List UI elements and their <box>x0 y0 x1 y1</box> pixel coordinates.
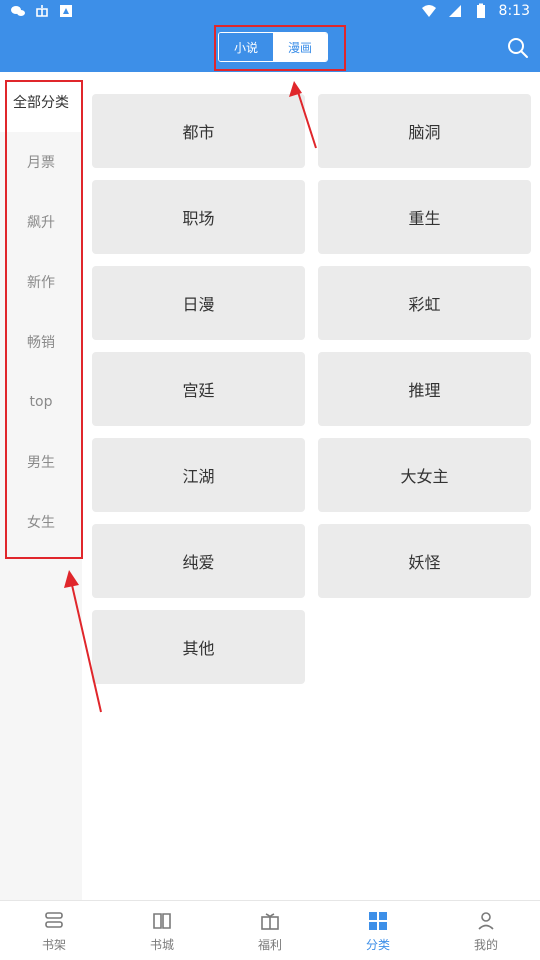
status-time: 8:13 <box>498 3 530 19</box>
category-tile[interactable]: 宫廷 <box>92 352 305 426</box>
annotation-box-sidebar <box>5 80 83 559</box>
category-tile[interactable]: 日漫 <box>92 266 305 340</box>
nav-mine[interactable]: 我的 <box>432 901 540 960</box>
nav-label: 分类 <box>365 937 390 952</box>
wifi-icon <box>421 5 436 17</box>
bookshelf-icon <box>45 911 63 928</box>
nav-label: 福利 <box>257 937 282 952</box>
category-tile[interactable]: 其他 <box>92 610 305 684</box>
nav-label: 书架 <box>41 937 66 952</box>
category-tile[interactable]: 江湖 <box>92 438 305 512</box>
bug-icon <box>36 5 48 17</box>
category-tile[interactable]: 彩虹 <box>318 266 531 340</box>
category-tile[interactable]: 大女主 <box>318 438 531 512</box>
search-icon[interactable] <box>506 36 530 60</box>
status-left <box>10 3 74 19</box>
category-tile[interactable]: 推理 <box>318 352 531 426</box>
category-tile[interactable]: 职场 <box>92 180 305 254</box>
nav-category[interactable]: 分类 <box>324 901 432 960</box>
battery-icon <box>476 3 485 18</box>
annotation-box-top <box>214 25 346 71</box>
grid-icon <box>369 911 387 930</box>
category-tile[interactable]: 妖怪 <box>318 524 531 598</box>
nav-bookstore[interactable]: 书城 <box>108 901 216 960</box>
category-tile[interactable]: 脑洞 <box>318 94 531 168</box>
nav-label: 我的 <box>473 937 498 952</box>
wechat-icon <box>11 6 25 16</box>
nav-bookshelf[interactable]: 书架 <box>0 901 108 960</box>
book-icon <box>153 912 171 929</box>
status-bar: 8:13 <box>0 0 540 24</box>
gift-icon <box>261 912 279 930</box>
category-tile[interactable]: 都市 <box>92 94 305 168</box>
category-tile[interactable]: 纯爱 <box>92 524 305 598</box>
category-tile[interactable]: 重生 <box>318 180 531 254</box>
bottom-nav: 书架 书城 福利 分类 我的 <box>0 900 540 960</box>
user-icon <box>478 911 494 930</box>
nav-label: 书城 <box>149 937 174 952</box>
cellular-icon <box>448 5 461 17</box>
status-right: 8:13 <box>421 3 530 19</box>
nav-welfare[interactable]: 福利 <box>216 901 324 960</box>
notification-icon <box>60 5 72 17</box>
